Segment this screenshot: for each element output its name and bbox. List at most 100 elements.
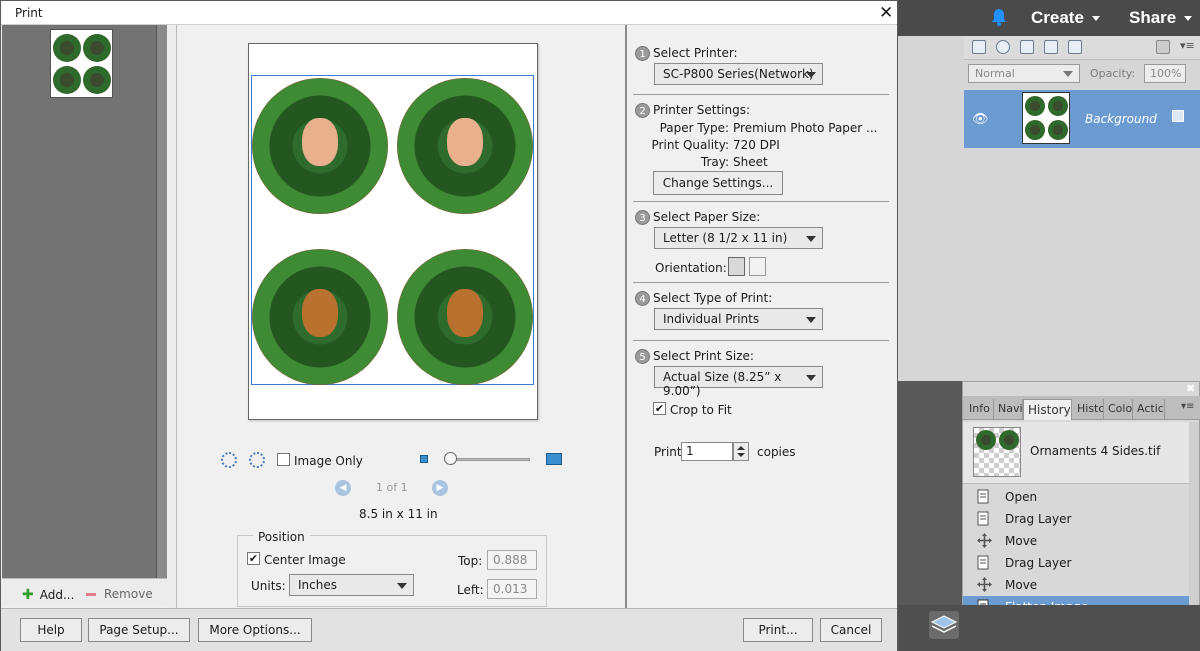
bell-icon[interactable] xyxy=(991,8,1007,26)
remove-button[interactable]: Remove xyxy=(86,587,153,601)
print-quality-row: Print Quality: 720 DPI xyxy=(651,138,780,152)
layer-name[interactable]: Background xyxy=(1085,112,1157,126)
eye-icon[interactable]: 👁 xyxy=(972,112,989,127)
rotate-right-icon[interactable] xyxy=(249,452,265,468)
panel-tabs: Info Navi History Histo Colo Actic ▾≡ xyxy=(963,396,1200,420)
print-thumbnail[interactable] xyxy=(50,29,113,98)
left-offset-input[interactable]: 0.013 xyxy=(487,579,537,599)
thumbnail-actions: ✚ Add... Remove xyxy=(2,578,167,606)
tab-actions[interactable]: Actic xyxy=(1133,399,1165,420)
center-image-label[interactable]: Center Image xyxy=(264,553,346,567)
change-settings-button[interactable]: Change Settings... xyxy=(653,171,783,195)
tab-navigator[interactable]: Navi xyxy=(994,399,1023,420)
history-item[interactable]: Drag Layer xyxy=(963,508,1189,530)
create-menu[interactable]: Create xyxy=(1031,8,1100,28)
layer-mask-icon[interactable] xyxy=(1020,40,1034,54)
opacity-label: Opacity: xyxy=(1090,67,1136,80)
tab-history[interactable]: History xyxy=(1023,399,1072,420)
zoom-in-icon[interactable] xyxy=(546,453,562,465)
more-options-button[interactable]: More Options... xyxy=(198,618,312,642)
crop-guide-bottom xyxy=(251,384,534,385)
trash-icon[interactable] xyxy=(1156,40,1170,54)
step-badge: 3 xyxy=(635,210,650,225)
print-preview-page[interactable] xyxy=(248,43,538,420)
close-icon[interactable]: ✖ xyxy=(1186,382,1195,395)
history-snapshot[interactable]: Ornaments 4 Sides.tif xyxy=(963,422,1189,484)
print-copies-label: Print xyxy=(654,445,682,459)
tab-info[interactable]: Info xyxy=(965,399,994,420)
crop-to-fit-checkbox[interactable]: ✔ xyxy=(653,402,666,415)
layer-row-background[interactable]: 👁 Background xyxy=(964,90,1200,148)
panel-menu-icon[interactable]: ▾≡ xyxy=(1181,401,1194,412)
divider xyxy=(633,94,889,95)
next-page-icon[interactable]: ▶ xyxy=(432,480,448,496)
chevron-down-icon xyxy=(806,375,816,381)
center-image-checkbox[interactable]: ✔ xyxy=(247,552,260,565)
wreath-ornament-dog xyxy=(252,249,388,385)
opacity-input[interactable]: 100% xyxy=(1144,64,1186,83)
print-size-select[interactable]: Actual Size (8.25” x 9.00”) xyxy=(654,366,823,398)
add-button[interactable]: ✚ Add... xyxy=(22,587,74,603)
lock-icon[interactable] xyxy=(1044,40,1058,54)
left-label: Left: xyxy=(457,583,484,597)
crop-to-fit-label[interactable]: Crop to Fit xyxy=(670,403,732,417)
help-button[interactable]: Help xyxy=(20,618,82,642)
tab-color[interactable]: Colo xyxy=(1104,399,1133,420)
tray-row: Tray: Sheet xyxy=(700,155,768,169)
link-layers-icon[interactable] xyxy=(1068,40,1082,54)
copies-input[interactable]: 1 xyxy=(681,442,733,461)
adjustment-layer-icon[interactable] xyxy=(996,40,1010,54)
history-scrollbar[interactable] xyxy=(1189,422,1199,618)
copies-stepper[interactable] xyxy=(733,442,749,461)
blend-mode-select[interactable]: Normal xyxy=(968,64,1080,83)
orientation-label: Orientation: xyxy=(655,261,727,275)
chevron-down-icon xyxy=(1063,71,1073,77)
paper-type-row: Paper Type: Premium Photo Paper ... xyxy=(659,121,878,135)
layer-thumbnail xyxy=(1022,92,1070,144)
rotate-left-icon[interactable] xyxy=(221,452,237,468)
layers-panel-button[interactable] xyxy=(929,611,959,639)
history-item[interactable]: Move xyxy=(963,530,1189,552)
history-item[interactable]: Drag Layer xyxy=(963,552,1189,574)
portrait-orientation-icon[interactable] xyxy=(728,257,745,276)
image-only-label[interactable]: Image Only xyxy=(294,454,363,468)
thumbnails-scrollbar[interactable] xyxy=(156,25,167,578)
step-badge: 1 xyxy=(635,46,650,61)
zoom-out-icon[interactable] xyxy=(420,455,428,463)
chevron-down-icon xyxy=(1091,16,1100,22)
share-menu[interactable]: Share xyxy=(1129,8,1193,28)
select-print-type-label: Select Type of Print: xyxy=(653,291,773,305)
wreath-ornament-boy xyxy=(397,78,533,214)
image-only-checkbox[interactable] xyxy=(277,453,290,466)
page-setup-button[interactable]: Page Setup... xyxy=(88,618,190,642)
panel-menu-icon[interactable]: ▾≡ xyxy=(1180,39,1195,52)
top-offset-input[interactable]: 0.888 xyxy=(487,550,537,570)
history-item[interactable]: Open xyxy=(963,486,1189,508)
layers-panel: ▾≡ Normal Opacity: 100% 👁 Background xyxy=(898,36,1200,381)
chevron-down-icon xyxy=(1184,16,1193,22)
paper-size-select[interactable]: Letter (8 1/2 x 11 in) xyxy=(654,227,823,249)
layers-icon xyxy=(930,615,958,633)
print-dialog: Print ✕ ✚ Add... Remove Image Only ◀ 1 of… xyxy=(0,0,898,651)
landscape-orientation-icon[interactable] xyxy=(749,257,766,276)
close-icon[interactable]: ✕ xyxy=(879,3,893,23)
cancel-button[interactable]: Cancel xyxy=(820,618,882,642)
units-select[interactable]: Inches xyxy=(289,574,414,596)
layer-lock-icon[interactable] xyxy=(1172,110,1184,122)
layers-toolbar: ▾≡ xyxy=(964,36,1200,60)
history-item[interactable]: Move xyxy=(963,574,1189,596)
print-type-select[interactable]: Individual Prints xyxy=(654,308,823,330)
document-icon xyxy=(977,511,991,526)
new-layer-icon[interactable] xyxy=(972,40,986,54)
select-print-size-label: Select Print Size: xyxy=(653,349,754,363)
tab-histogram[interactable]: Histo xyxy=(1073,399,1104,420)
printer-select[interactable]: SC-P800 Series(Network) xyxy=(654,63,823,85)
print-thumbnails-panel xyxy=(2,25,156,578)
divider xyxy=(633,340,889,341)
divider xyxy=(633,282,889,283)
preview-gutter xyxy=(167,25,177,608)
print-button[interactable]: Print... xyxy=(743,618,813,642)
page-counter: 1 of 1 xyxy=(376,481,408,494)
zoom-slider-handle[interactable] xyxy=(444,452,457,465)
previous-page-icon[interactable]: ◀ xyxy=(335,480,351,496)
